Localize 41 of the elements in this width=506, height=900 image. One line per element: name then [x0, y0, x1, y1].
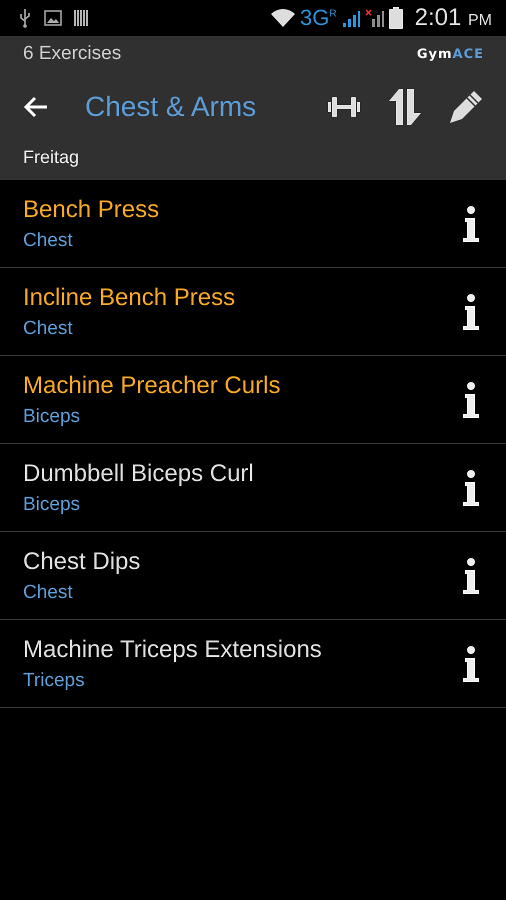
wifi-icon: [270, 8, 296, 28]
back-arrow-icon[interactable]: [23, 96, 49, 118]
muscle-group: Biceps: [23, 406, 280, 428]
exercise-row[interactable]: Incline Bench Press Chest: [0, 268, 506, 356]
exercise-row[interactable]: Chest Dips Chest: [0, 532, 506, 620]
muscle-group: Biceps: [23, 494, 254, 516]
info-icon[interactable]: [463, 470, 479, 506]
network-type: 3G$^{R}$: [300, 5, 337, 31]
muscle-group: Chest: [23, 582, 140, 604]
exercise-row[interactable]: Machine Triceps Extensions Triceps: [0, 620, 506, 708]
app-logo: GymACE: [416, 46, 484, 62]
exercise-name: Machine Triceps Extensions: [23, 636, 322, 664]
info-icon[interactable]: [463, 646, 479, 682]
exercise-name: Incline Bench Press: [23, 284, 236, 312]
exercise-row[interactable]: Bench Press Chest: [0, 180, 506, 268]
exercise-row[interactable]: Machine Preacher Curls Biceps: [0, 356, 506, 444]
battery-icon: [388, 7, 403, 29]
signal-icon: [340, 8, 361, 28]
usb-icon: [18, 8, 32, 28]
clock: 2:01 PM: [414, 4, 492, 32]
sort-icon[interactable]: [388, 89, 422, 125]
muscle-group: Chest: [23, 318, 236, 340]
exercise-name: Dumbbell Biceps Curl: [23, 460, 254, 488]
pencil-icon[interactable]: [448, 89, 484, 125]
exercise-name: Machine Preacher Curls: [23, 372, 280, 400]
muscle-group: Chest: [23, 230, 160, 252]
barcode-icon: [74, 9, 90, 27]
exercise-row[interactable]: Dumbbell Biceps Curl Biceps: [0, 444, 506, 532]
exercise-name: Bench Press: [23, 196, 160, 224]
info-icon[interactable]: [463, 558, 479, 594]
signal-icon: [364, 8, 385, 28]
info-icon[interactable]: [463, 206, 479, 242]
exercise-count: 6 Exercises: [23, 43, 122, 65]
info-icon[interactable]: [463, 294, 479, 330]
muscle-group: Triceps: [23, 670, 322, 692]
workout-title: Chest & Arms: [85, 91, 258, 123]
dumbbell-icon[interactable]: [326, 95, 362, 119]
exercise-name: Chest Dips: [23, 548, 140, 576]
day-label: Freitag: [23, 146, 80, 169]
image-icon: [44, 10, 62, 26]
info-icon[interactable]: [463, 382, 479, 418]
